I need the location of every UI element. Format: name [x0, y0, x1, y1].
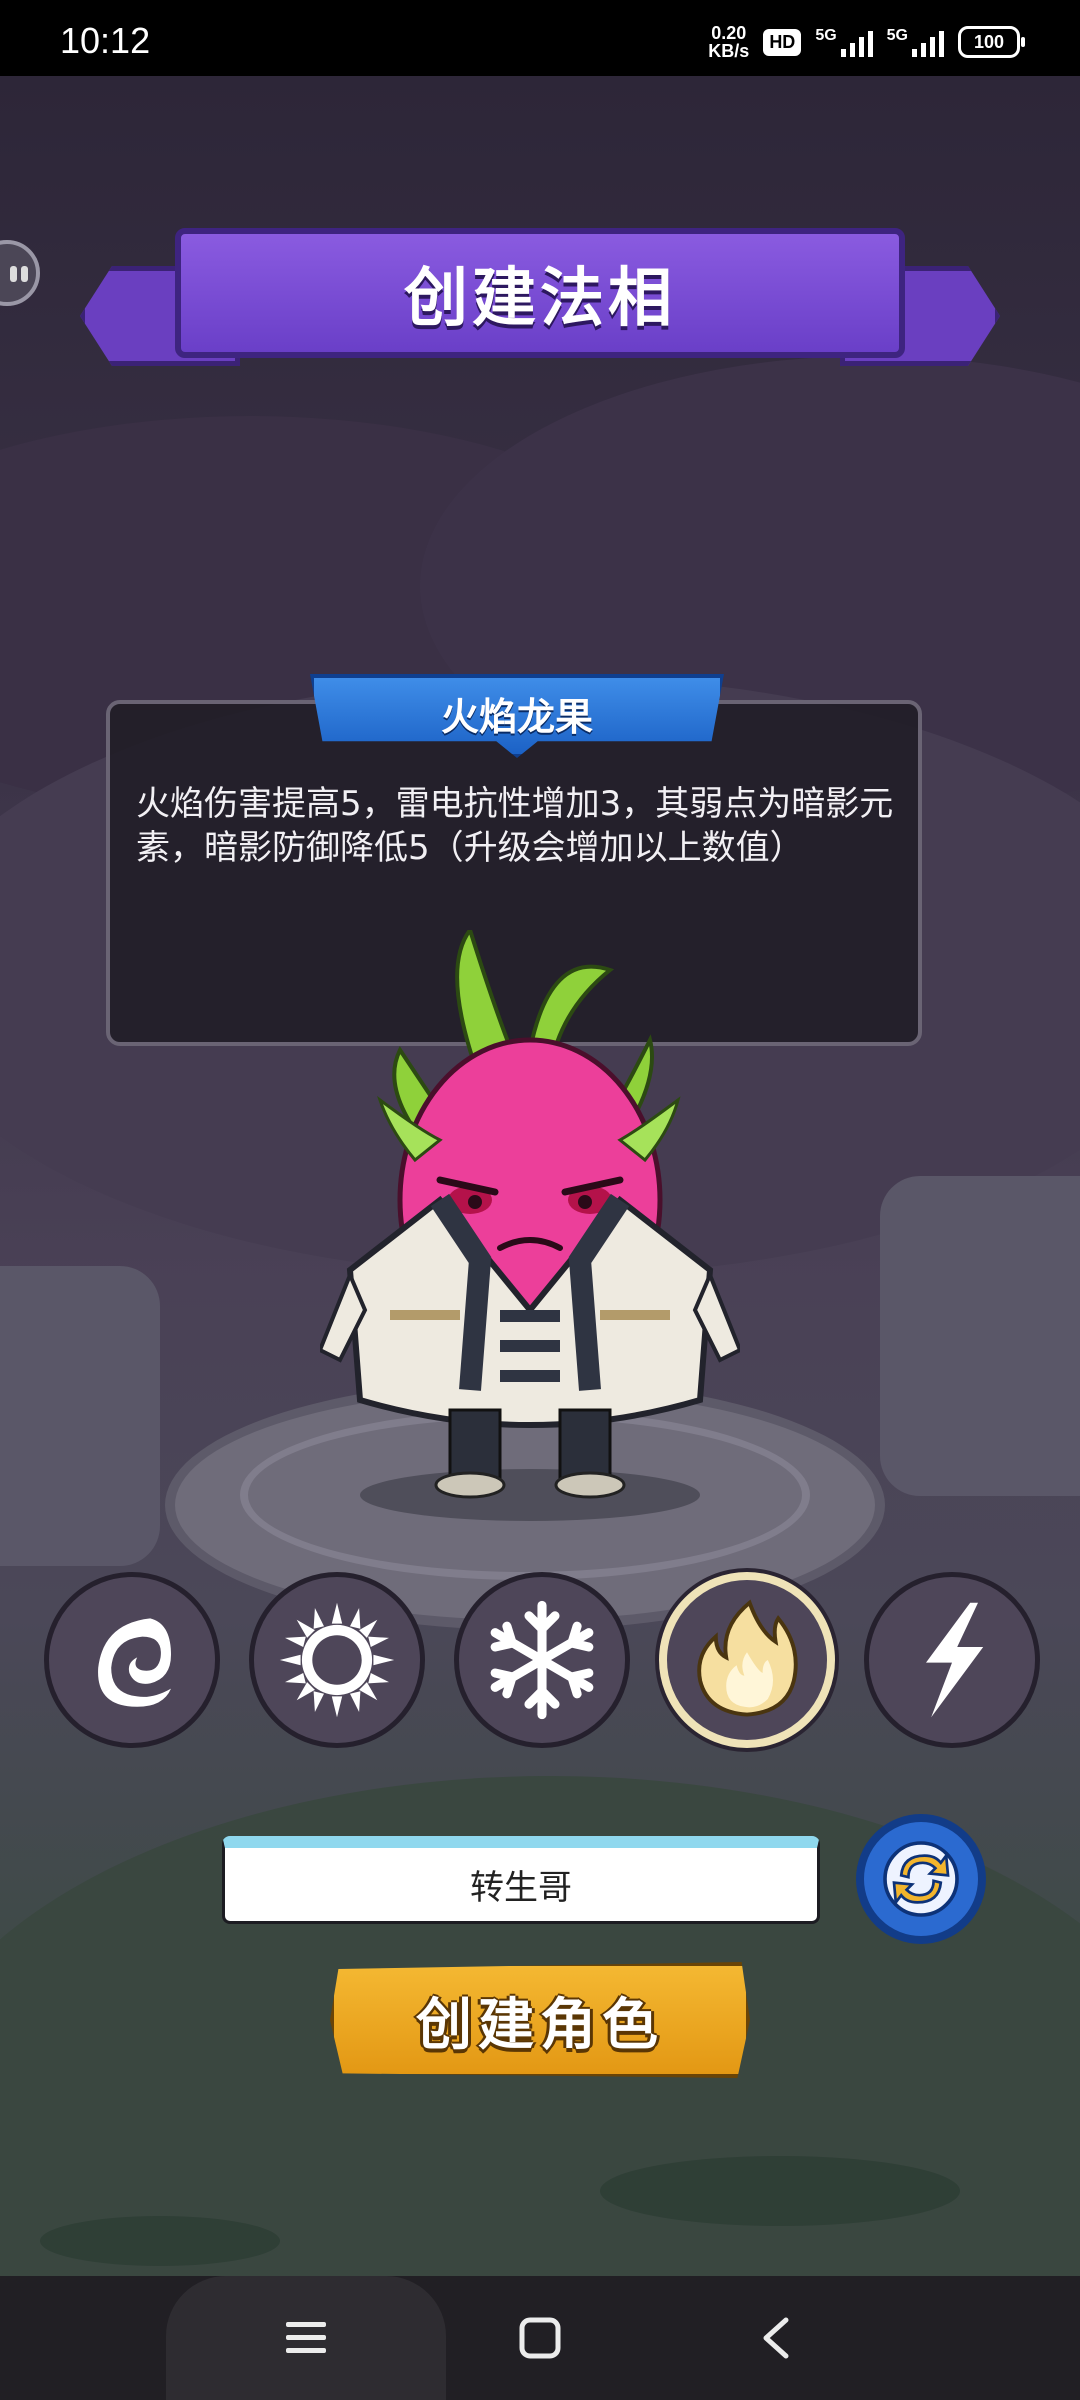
element-fire-button[interactable]	[659, 1572, 835, 1748]
signal-icon: 5G	[815, 27, 873, 57]
header-banner: 创建法相	[80, 228, 1000, 378]
refresh-icon	[883, 1841, 959, 1917]
create-character-label: 创建角色	[416, 1992, 664, 2058]
background-rock	[0, 1266, 160, 1566]
battery-icon: 100	[958, 26, 1025, 58]
grass-patch	[40, 2216, 280, 2266]
sun-ring-icon	[279, 1602, 395, 1718]
signal-icon: 5G	[887, 27, 944, 57]
element-ice-button[interactable]	[454, 1572, 630, 1748]
element-shadow-button[interactable]	[44, 1572, 220, 1748]
element-thunder-button[interactable]	[864, 1572, 1040, 1748]
page-title: 创建法相	[404, 262, 676, 336]
status-time: 10:12	[60, 20, 151, 61]
back-button[interactable]	[736, 2298, 816, 2378]
hd-icon: HD	[763, 28, 802, 56]
home-button[interactable]	[500, 2298, 580, 2378]
element-selector	[44, 1572, 1040, 1748]
element-description: 火焰伤害提高5，雷电抗性增加3，其弱点为暗影元素，暗影防御降低5（升级会增加以上…	[136, 784, 894, 868]
lightning-icon	[926, 1602, 984, 1718]
banner-main: 创建法相	[175, 228, 905, 358]
back-chevron-icon	[763, 2317, 789, 2359]
create-character-button[interactable]: 创建角色	[330, 1962, 750, 2078]
crescent-swirl-icon	[98, 1618, 171, 1707]
status-bar: 10:12 0.20 KB/s HD 5G 5G 100	[0, 0, 1080, 76]
menu-icon	[286, 2322, 326, 2353]
network-speed: 0.20 KB/s	[708, 23, 750, 61]
home-square-icon	[519, 2317, 561, 2359]
random-name-button[interactable]	[856, 1814, 986, 1944]
system-nav-bar	[0, 2276, 1080, 2400]
flame-icon	[697, 1599, 798, 1717]
background-rock	[880, 1176, 1080, 1496]
status-icons: 0.20 KB/s HD 5G 5G 100	[708, 23, 1025, 61]
menu-button[interactable]	[266, 2298, 346, 2378]
character-dragonfruit	[320, 930, 740, 1521]
grass-patch	[600, 2156, 960, 2226]
element-light-button[interactable]	[249, 1572, 425, 1748]
snowflake-icon	[490, 1600, 594, 1720]
character-name-input[interactable]	[222, 1836, 820, 1924]
